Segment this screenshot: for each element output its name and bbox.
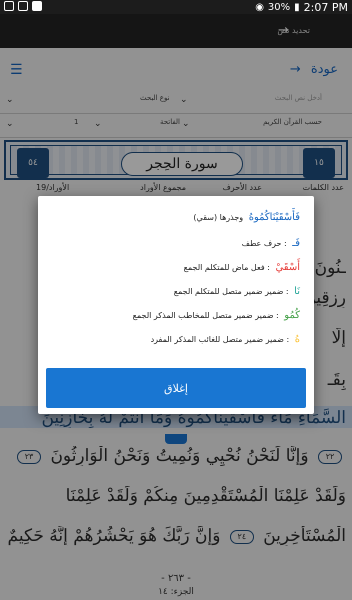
morph-part: أَسْقَيْ : فعل ماض للمتكلم الجمع xyxy=(184,262,300,273)
wifi-icon: ◉ xyxy=(255,2,264,13)
notification-icons xyxy=(4,1,42,11)
status-bar: ◉ 30% ▮ 2:07 PM xyxy=(0,0,352,14)
morph-desc: : فعل ماض للمتكلم الجمع xyxy=(183,263,270,272)
close-button[interactable]: إغلاق xyxy=(46,368,306,408)
word-analysis-dialog: فَأَسْقَيْنَاكُمُوهُ وجذرها (سقي) فَـ : … xyxy=(38,196,314,414)
word-root: وجذرها (سقي) xyxy=(193,213,244,222)
battery-icon: ▮ xyxy=(294,2,300,13)
morph-part: نَا : ضمير ضمير متصل للمتكلم الجمع xyxy=(174,286,300,297)
morph-token: هُ xyxy=(294,334,300,345)
morph-part: فَـ : حرف عطف xyxy=(242,238,300,249)
morph-token: أَسْقَيْ xyxy=(275,262,300,273)
morph-part: هُ : ضمير ضمير متصل للغائب المذكر المفرد xyxy=(151,334,300,345)
notification-icon xyxy=(4,1,14,11)
analyzed-word: فَأَسْقَيْنَاكُمُوهُ xyxy=(248,212,300,223)
battery-level: 30% xyxy=(267,2,291,13)
image-notification-icon xyxy=(18,1,28,11)
morph-desc: : ضمير ضمير متصل للمخاطب المذكر الجمع xyxy=(132,311,279,320)
morph-desc: : ضمير ضمير متصل للغائب المذكر المفرد xyxy=(150,335,290,344)
youtube-icon xyxy=(32,1,42,11)
morph-desc: : حرف عطف xyxy=(241,239,287,248)
morph-part: كُمُو : ضمير ضمير متصل للمخاطب المذكر ال… xyxy=(133,310,300,321)
morph-token: نَا xyxy=(294,286,300,297)
morph-desc: : ضمير ضمير متصل للمتكلم الجمع xyxy=(173,287,289,296)
morph-token: فَـ xyxy=(292,238,300,249)
morph-token: كُمُو xyxy=(284,310,300,321)
clock: 2:07 PM xyxy=(303,1,348,14)
dialog-word-heading: فَأَسْقَيْنَاكُمُوهُ وجذرها (سقي) xyxy=(193,212,300,223)
